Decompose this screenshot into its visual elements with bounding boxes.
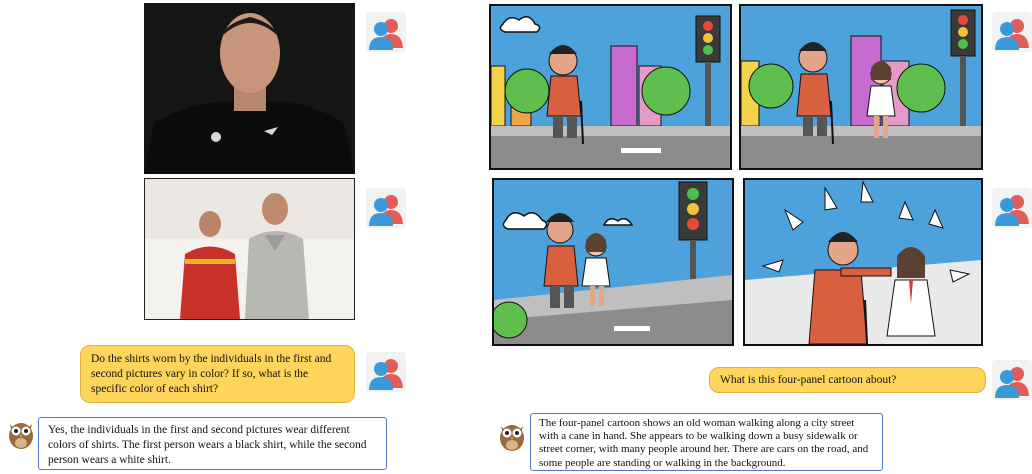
user-pair-icon: [992, 12, 1032, 52]
bot-answer-bubble: Yes, the individuals in the first and se…: [38, 417, 387, 470]
user-pair-icon: [992, 188, 1032, 228]
comic-panel-2: [739, 4, 983, 170]
user-pair-icon: [366, 12, 406, 52]
user-question-bubble: What is this four-panel cartoon about?: [709, 367, 986, 393]
owl-icon: [498, 418, 526, 452]
user-question-bubble: Do the shirts worn by the individuals in…: [80, 345, 355, 403]
bot-answer-text: The four-panel cartoon shows an old woma…: [539, 417, 869, 469]
user-pair-icon: [366, 188, 406, 228]
user-pair-icon: [992, 360, 1032, 400]
comic-panel-1: [489, 4, 732, 170]
user-question-text: Do the shirts worn by the individuals in…: [91, 353, 332, 395]
comic-panel-4: [743, 178, 983, 346]
user-question-text: What is this four-panel cartoon about?: [720, 374, 897, 386]
owl-icon: [7, 416, 35, 450]
photo-two-people-white-shirt: [144, 178, 355, 320]
user-pair-icon: [366, 352, 406, 392]
photo-portrait-black-shirt: [144, 3, 355, 174]
bot-answer-bubble: The four-panel cartoon shows an old woma…: [530, 413, 883, 471]
bot-answer-text: Yes, the individuals in the first and se…: [48, 424, 367, 466]
comic-panel-3: [492, 178, 734, 346]
